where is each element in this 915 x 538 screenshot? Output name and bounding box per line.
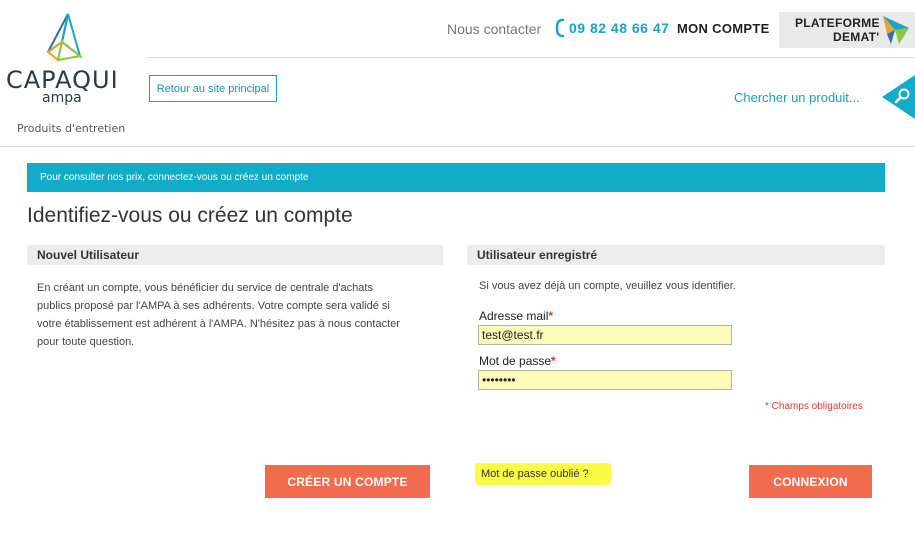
phone-icon: [555, 18, 565, 38]
capaqui-logo-icon: [46, 13, 83, 62]
header-divider: [147, 57, 915, 58]
registered-user-heading: Utilisateur enregistré: [467, 245, 885, 265]
forgot-password-link[interactable]: Mot de passe oublié ?: [475, 463, 611, 485]
demat-bird-icon: [883, 16, 909, 44]
email-field[interactable]: [478, 325, 732, 345]
my-account-link[interactable]: MON COMPTE: [677, 21, 770, 36]
new-user-description: En créant un compte, vous bénéficier du …: [37, 282, 400, 348]
search-button[interactable]: [882, 75, 915, 119]
email-label: Adresse mail*: [479, 309, 553, 323]
required-marker: *: [551, 354, 556, 368]
password-label-text: Mot de passe: [479, 354, 552, 368]
contact-link[interactable]: Nous contacter: [447, 21, 541, 37]
header-bottom-divider: [0, 146, 915, 147]
password-label: Mot de passe*: [479, 354, 556, 368]
demat-platform-button[interactable]: PLATEFORME DEMAT': [779, 12, 915, 48]
demat-label-line1: PLATEFORME: [795, 16, 880, 30]
login-button[interactable]: CONNEXION: [749, 465, 872, 498]
site-logo[interactable]: CAPAQUI ampa: [4, 12, 124, 112]
required-marker: *: [548, 309, 554, 323]
new-user-heading: Nouvel Utilisateur: [27, 245, 443, 265]
create-account-button[interactable]: CRÉER UN COMPTE: [265, 465, 430, 498]
email-label-text: Adresse mail: [479, 309, 549, 323]
demat-label-line2: DEMAT': [833, 30, 880, 44]
registered-user-intro: Si vous avez déjà un compte, veuillez vo…: [479, 280, 736, 292]
back-to-main-site-button[interactable]: Retour au site principal: [149, 75, 277, 102]
logo-subtitle: ampa: [42, 90, 82, 106]
search-input[interactable]: Chercher un produit...: [734, 90, 860, 105]
page-title: Identifiez-vous ou créez un compte: [27, 204, 353, 227]
required-fields-note: * Champs obligatoires: [765, 401, 863, 412]
login-notice-banner: Pour consulter nos prix, connectez-vous …: [27, 163, 885, 192]
password-field[interactable]: [478, 370, 732, 390]
phone-number[interactable]: 09 82 48 66 47: [569, 20, 669, 36]
site-tagline: Produits d'entretien: [17, 122, 126, 135]
